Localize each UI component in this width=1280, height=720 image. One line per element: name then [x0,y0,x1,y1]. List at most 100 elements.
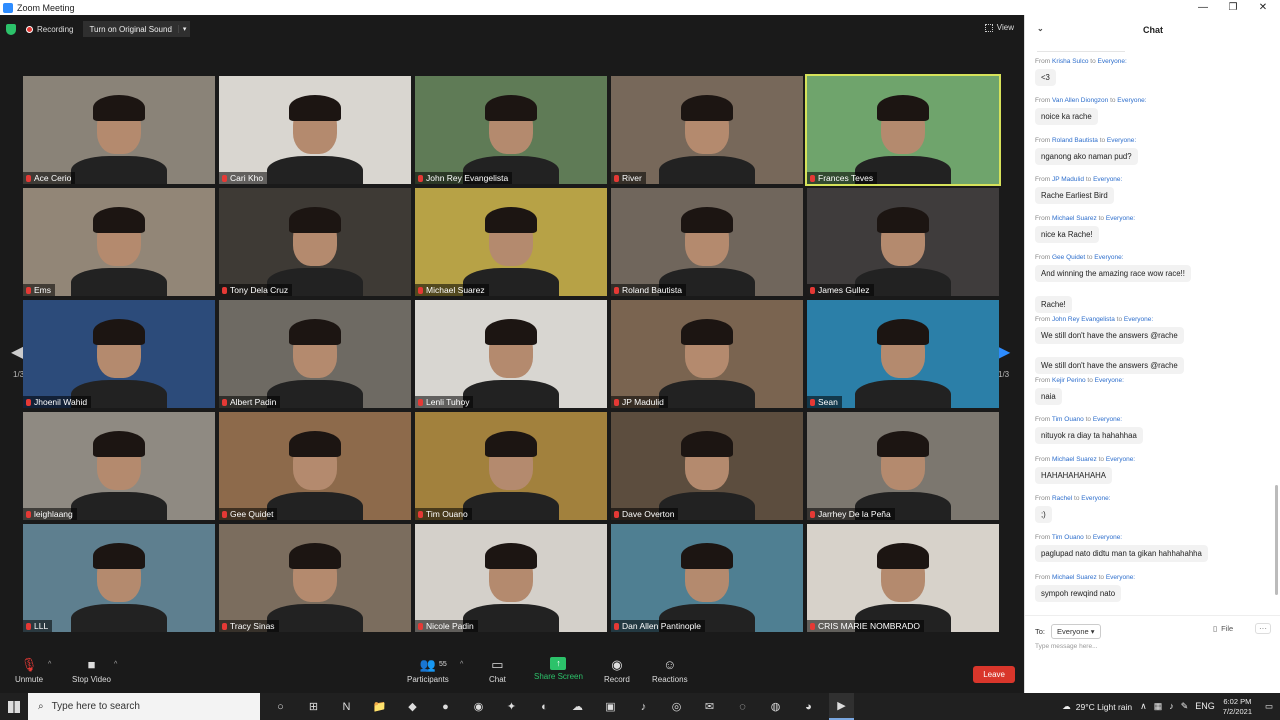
chat-bubble: We still don't have the answers @rache [1035,357,1184,375]
taskbar-search[interactable]: ⌕ Type here to search [28,693,260,720]
collapse-chevron-icon[interactable]: ⌄ [1037,24,1044,33]
taskbar-app-icon[interactable]: ◆ [400,693,425,720]
taskbar-app-icon[interactable]: ◎ [664,693,689,720]
close-button[interactable]: ✕ [1248,0,1278,15]
taskbar-app-icon[interactable]: ○ [268,693,293,720]
taskbar-app-icon[interactable]: ◉ [466,693,491,720]
participant-tile[interactable]: Albert Padin [219,300,411,408]
security-shield-icon[interactable] [6,23,16,35]
sender-name[interactable]: Krisha Sulco [1052,58,1089,65]
taskbar-app-icon[interactable]: ◐ [532,693,557,720]
taskbar-app-icon[interactable]: ◕ [796,693,821,720]
sender-name[interactable]: Van Allen Diongzon [1052,97,1108,104]
record-button[interactable]: ◉ Record [604,657,630,684]
taskbar-app-icon[interactable]: ✦ [499,693,524,720]
sender-name[interactable]: Tim Ouano [1052,534,1084,541]
taskbar-app-icon[interactable]: ▶ [829,693,854,720]
sender-name[interactable]: Rachel [1052,495,1072,502]
participant-tile[interactable]: Cari Kho [219,76,411,184]
participant-tile[interactable]: John Rey Evangelista [415,76,607,184]
network-icon[interactable]: ▦ [1154,701,1163,712]
sender-name[interactable]: Kejir Perino [1052,377,1086,384]
original-sound-button[interactable]: Turn on Original Sound ▾ [83,21,191,37]
start-button[interactable] [0,693,28,720]
recipient-select[interactable]: Everyone ▾ [1051,624,1101,639]
participant-tile[interactable]: Tony Dela Cruz [219,188,411,296]
sender-name[interactable]: Tim Ouano [1052,416,1084,423]
participant-tile[interactable]: CRIS MARIE NOMBRADO [807,524,999,632]
maximize-button[interactable]: ❐ [1218,0,1248,15]
taskbar-app-icon[interactable]: ● [433,693,458,720]
participant-tile[interactable]: Tracy Sinas [219,524,411,632]
sender-name[interactable]: Gee Quidet [1052,254,1085,261]
participant-tile[interactable]: Roland Bautista [611,188,803,296]
chat-message-input[interactable]: Type message here... [1035,643,1098,650]
sender-name[interactable]: Michael Suarez [1052,215,1097,222]
taskbar-app-icon[interactable]: N [334,693,359,720]
chevron-down-icon[interactable]: ▾ [177,25,191,33]
participant-tile[interactable]: Gee Quidet [219,412,411,520]
taskbar-app-icon[interactable]: ▣ [598,693,623,720]
participant-tile[interactable]: Dan Allen Pantinople [611,524,803,632]
participant-tile[interactable]: Ems [23,188,215,296]
minimize-button[interactable]: — [1188,0,1218,15]
participant-tile[interactable]: Jarrhey De la Peña [807,412,999,520]
participant-tile[interactable]: James Gullez [807,188,999,296]
chat-divider [1037,51,1125,52]
participant-tile[interactable]: Sean [807,300,999,408]
audio-options-chevron-icon[interactable]: ^ [48,661,51,668]
taskbar-app-icon[interactable]: ⊞ [301,693,326,720]
stop-video-button[interactable]: ■ Stop Video [72,657,111,684]
participant-tile[interactable]: LLL [23,524,215,632]
sender-name[interactable]: Roland Bautista [1052,137,1098,144]
sender-name[interactable]: Michael Suarez [1052,456,1097,463]
participants-chevron-icon[interactable]: ^ [460,661,463,668]
more-options-icon[interactable]: ··· [1255,623,1271,634]
weather-widget[interactable]: ☁ 29°C Light rain [1062,701,1132,712]
clock[interactable]: 6:02 PM 7/2/2021 [1223,697,1252,717]
view-button[interactable]: View [984,23,1014,32]
language-indicator[interactable]: ENG [1195,701,1215,712]
pen-icon[interactable]: ✎ [1181,701,1189,712]
to-word: to [1099,136,1106,144]
participant-tile[interactable]: Ace Cerio [23,76,215,184]
participant-tile[interactable]: River [611,76,803,184]
chat-header: ⌄ Chat [1025,15,1280,45]
taskbar-app-icon[interactable]: ♪ [631,693,656,720]
participant-tile[interactable]: Nicole Padin [415,524,607,632]
video-options-chevron-icon[interactable]: ^ [114,661,117,668]
recording-indicator[interactable]: Recording [22,25,77,34]
chat-button[interactable]: ▭ Chat [489,657,506,684]
participant-tile[interactable]: Lenli Tuhoy [415,300,607,408]
participant-tile[interactable]: Dave Overton [611,412,803,520]
sender-name[interactable]: JP Madulid [1052,176,1084,183]
volume-icon[interactable]: ♪ [1169,701,1174,712]
reactions-button[interactable]: ☺ Reactions [652,657,688,684]
taskbar-app-icon[interactable]: ☁ [565,693,590,720]
notification-icon[interactable]: ▭ [1258,701,1280,712]
chevron-up-icon[interactable]: ∧ [1140,701,1147,712]
participant-tile[interactable]: leighlaang [23,412,215,520]
share-screen-button[interactable]: ↑ Share Screen [534,657,583,681]
taskbar-app-icon[interactable]: ✉ [697,693,722,720]
unmute-button[interactable]: 🎙 Unmute [15,657,43,684]
taskbar-app-icon[interactable]: ◍ [763,693,788,720]
chat-bubble: We still don't have the answers @rache [1035,326,1184,344]
previous-page-arrow-icon[interactable]: ◀ [11,342,23,362]
zoom-logo-icon [3,2,13,13]
taskbar-app-icon[interactable]: ◌ [730,693,755,720]
file-button[interactable]: ▯ File [1213,624,1233,633]
participant-tile[interactable]: Michael Suarez [415,188,607,296]
sender-name[interactable]: Michael Suarez [1052,574,1097,581]
chat-message-list[interactable]: From Krisha Sulco to Everyone: <3 From Van… [1035,51,1271,613]
participant-tile[interactable]: Tim Ouano [415,412,607,520]
leave-button[interactable]: Leave [973,666,1015,683]
chat-scrollbar[interactable] [1275,485,1278,595]
participant-name-tag: Cari Kho [219,172,268,184]
sender-name[interactable]: John Rey Evangelista [1052,316,1115,323]
participant-tile[interactable]: JP Madulid [611,300,803,408]
participant-tile[interactable]: Jhoenil Wahid [23,300,215,408]
participant-hair [289,319,341,346]
taskbar-app-icon[interactable]: 📁 [367,693,392,720]
participant-tile[interactable]: Frances Teves [805,74,1001,186]
